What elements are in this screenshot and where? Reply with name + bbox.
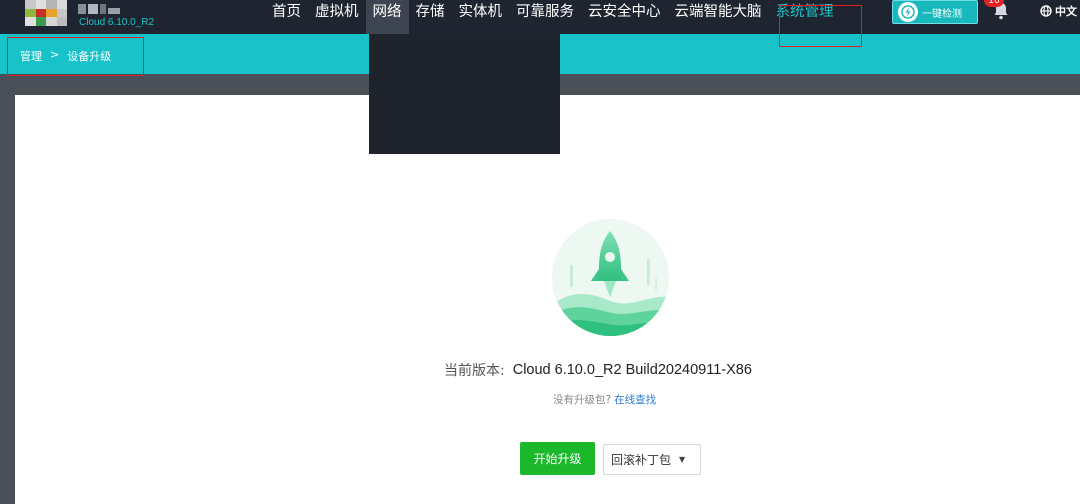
brand-version: Cloud 6.10.0_R2: [79, 17, 155, 28]
current-version-label: 当前版本:: [444, 363, 505, 379]
caret-down-icon: ▼: [679, 455, 686, 464]
rocket-illustration: [552, 219, 669, 336]
current-version-value: Cloud 6.10.0_R2 Build20240911-X86: [512, 362, 752, 378]
no-package-text: 没有升级包?: [553, 394, 612, 406]
online-search-link[interactable]: 在线查找: [614, 394, 656, 406]
main-nav: 首页 虚拟机 网络 存储 实体机 可靠服务 云安全中心 云端智能大脑 系统管理: [265, 0, 841, 34]
lightning-icon: [898, 2, 918, 22]
logo-icon[interactable]: [25, 0, 67, 26]
brand-name-blurred: [78, 4, 124, 16]
rollback-patch-button[interactable]: 回滚补丁包 ▼: [603, 444, 701, 475]
quick-check-label: 一键检测: [922, 8, 962, 20]
nav-item-physical[interactable]: 实体机: [452, 0, 510, 34]
annotation-box-system-management: [779, 5, 862, 47]
quick-check-button[interactable]: 一键检测: [892, 0, 978, 24]
nav-item-ai-brain[interactable]: 云端智能大脑: [668, 0, 769, 34]
nav-item-network[interactable]: 网络: [365, 0, 409, 34]
language-label: 中文: [1055, 5, 1077, 18]
rollback-patch-label: 回滚补丁包: [611, 453, 672, 467]
nav-item-storage[interactable]: 存储: [409, 0, 452, 34]
top-navigation-bar: Cloud 6.10.0_R2 首页 虚拟机 网络 存储 实体机 可靠服务 云安…: [0, 0, 1080, 34]
nav-item-reliability[interactable]: 可靠服务: [509, 0, 581, 34]
annotation-box-breadcrumb: [7, 37, 144, 76]
current-version: 当前版本: Cloud 6.10.0_R2 Build20240911-X86: [444, 360, 752, 380]
language-switcher[interactable]: 中文: [1040, 2, 1077, 20]
no-package-hint: 没有升级包? 在线查找: [553, 392, 656, 407]
globe-icon: [1040, 5, 1052, 17]
nav-item-security-center[interactable]: 云安全中心: [581, 0, 668, 34]
nav-item-home[interactable]: 首页: [265, 0, 308, 34]
network-dropdown-menu[interactable]: [369, 34, 560, 154]
nav-item-vm[interactable]: 虚拟机: [308, 0, 366, 34]
start-upgrade-button[interactable]: 开始升级: [520, 442, 595, 475]
